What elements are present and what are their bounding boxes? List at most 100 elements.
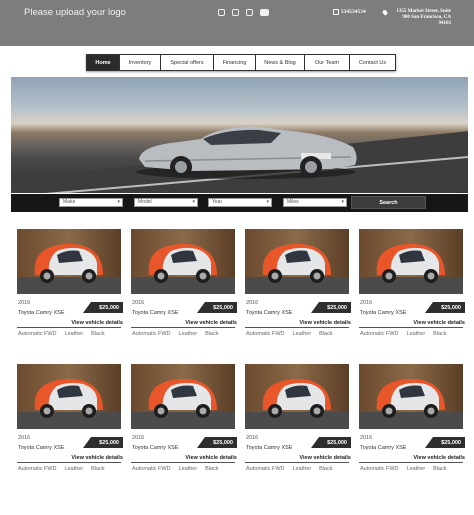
listing-car-image[interactable] — [17, 229, 121, 294]
listing-car-image[interactable] — [359, 229, 463, 294]
listing-year: 2016 — [246, 300, 259, 306]
view-details-link[interactable]: View vehicle details — [185, 455, 237, 461]
listing-car-image[interactable] — [359, 364, 463, 429]
listing-divider — [131, 327, 235, 328]
spec-interior: Leather — [292, 331, 312, 337]
model-select[interactable]: Model — [134, 198, 198, 207]
spec-drive: Automatic FWD — [18, 331, 57, 337]
listing-year: 2016 — [18, 300, 31, 306]
nav-inventory[interactable]: Inventory — [120, 55, 161, 70]
phone-text: 534534534 — [341, 9, 366, 15]
view-details-link[interactable]: View vehicle details — [71, 455, 123, 461]
address-line-3: 94103 — [438, 21, 452, 26]
nav-our-team[interactable]: Our Team — [305, 55, 350, 70]
listing-title[interactable]: Toyota Camry XSE — [18, 310, 64, 316]
listing-card[interactable]: 2016 $25,000 Toyota Camry XSE View vehic… — [245, 364, 351, 474]
view-details-link[interactable]: View vehicle details — [299, 455, 351, 461]
listing-title[interactable]: Toyota Camry XSE — [132, 310, 178, 316]
listing-title[interactable]: Toyota Camry XSE — [360, 445, 406, 451]
twitter-icon[interactable] — [232, 9, 239, 16]
spec-interior: Leather — [406, 331, 426, 337]
price-badge: $25,000 — [311, 437, 351, 448]
listing-card[interactable]: 2016 $25,000 Toyota Camry XSE View vehic… — [359, 364, 465, 474]
listing-divider — [131, 462, 235, 463]
listing-divider — [245, 462, 349, 463]
social-links — [218, 9, 269, 16]
hero-car-image — [136, 126, 357, 179]
spec-interior: Leather — [406, 466, 426, 472]
listing-card[interactable]: 2016 $25,000 Toyota Camry XSE View vehic… — [245, 229, 351, 339]
listing-specs: Automatic FWD Leather Black — [18, 331, 105, 337]
listing-divider — [245, 327, 349, 328]
spec-drive: Automatic FWD — [132, 466, 171, 472]
view-details-link[interactable]: View vehicle details — [413, 455, 465, 461]
youtube-icon[interactable] — [260, 9, 269, 16]
listing-title[interactable]: Toyota Camry XSE — [132, 445, 178, 451]
spec-interior: Leather — [292, 466, 312, 472]
site-header: Please upload your logo 534534534 1355 M… — [0, 0, 474, 46]
spec-interior: Leather — [178, 466, 198, 472]
nav-special-offers[interactable]: Special offers — [161, 55, 214, 70]
listing-specs: Automatic FWD Leather Black — [132, 466, 219, 472]
price-badge: $25,000 — [197, 437, 237, 448]
spec-color: Black — [319, 331, 333, 337]
listing-card[interactable]: 2016 $25,000 Toyota Camry XSE View vehic… — [131, 364, 237, 474]
spec-interior: Leather — [178, 331, 198, 337]
listing-specs: Automatic FWD Leather Black — [18, 466, 105, 472]
spec-color: Black — [433, 331, 447, 337]
search-button[interactable]: Search — [351, 196, 426, 209]
listing-year: 2016 — [246, 435, 259, 441]
nav-home[interactable]: Home — [87, 55, 120, 70]
price-badge: $25,000 — [425, 437, 465, 448]
instagram-icon[interactable] — [246, 9, 253, 16]
listing-car-image[interactable] — [131, 229, 235, 294]
listing-card[interactable]: 2016 $25,000 Toyota Camry XSE View vehic… — [17, 364, 123, 474]
view-details-link[interactable]: View vehicle details — [185, 320, 237, 326]
phone-icon — [333, 9, 339, 15]
listing-year: 2016 — [360, 435, 373, 441]
view-details-link[interactable]: View vehicle details — [299, 320, 351, 326]
listing-car-image[interactable] — [245, 229, 349, 294]
facebook-icon[interactable] — [218, 9, 225, 16]
listing-divider — [17, 462, 121, 463]
listing-year: 2016 — [132, 435, 145, 441]
phone-number: 534534534 — [333, 9, 366, 15]
spec-color: Black — [319, 466, 333, 472]
hero-banner — [11, 77, 468, 193]
listing-card[interactable]: 2016 $25,000 Toyota Camry XSE View vehic… — [359, 229, 465, 339]
logo-placeholder[interactable]: Please upload your logo — [24, 7, 126, 18]
view-details-link[interactable]: View vehicle details — [71, 320, 123, 326]
nav-news-blog[interactable]: News & Blog — [256, 55, 305, 70]
listing-title[interactable]: Toyota Camry XSE — [360, 310, 406, 316]
listing-title[interactable]: Toyota Camry XSE — [246, 445, 292, 451]
listing-car-image[interactable] — [17, 364, 121, 429]
listing-specs: Automatic FWD Leather Black — [132, 331, 219, 337]
listing-card[interactable]: 2016 $25,000 Toyota Camry XSE View vehic… — [17, 229, 123, 339]
spec-drive: Automatic FWD — [246, 331, 285, 337]
listing-title[interactable]: Toyota Camry XSE — [18, 445, 64, 451]
make-select[interactable]: Make — [59, 198, 123, 207]
view-details-link[interactable]: View vehicle details — [413, 320, 465, 326]
price-badge: $25,000 — [197, 302, 237, 313]
nav-contact-us[interactable]: Contact Us — [350, 55, 395, 70]
nav-financing[interactable]: Financing — [214, 55, 256, 70]
listing-car-image[interactable] — [245, 364, 349, 429]
spec-interior: Leather — [64, 466, 84, 472]
listing-card[interactable]: 2016 $25,000 Toyota Camry XSE View vehic… — [131, 229, 237, 339]
spec-color: Black — [91, 331, 105, 337]
main-nav: Home Inventory Special offers Financing … — [86, 54, 396, 71]
listing-car-image[interactable] — [131, 364, 235, 429]
listing-specs: Automatic FWD Leather Black — [246, 466, 333, 472]
listing-divider — [17, 327, 121, 328]
listing-specs: Automatic FWD Leather Black — [360, 466, 447, 472]
spec-drive: Automatic FWD — [18, 466, 57, 472]
spec-drive: Automatic FWD — [132, 331, 171, 337]
listing-specs: Automatic FWD Leather Black — [246, 331, 333, 337]
spec-drive: Automatic FWD — [360, 331, 399, 337]
miles-select[interactable]: Miles — [283, 198, 347, 207]
year-select[interactable]: Year — [208, 198, 272, 207]
spec-drive: Automatic FWD — [246, 466, 285, 472]
price-badge: $25,000 — [83, 302, 123, 313]
listing-title[interactable]: Toyota Camry XSE — [246, 310, 292, 316]
listing-specs: Automatic FWD Leather Black — [360, 331, 447, 337]
